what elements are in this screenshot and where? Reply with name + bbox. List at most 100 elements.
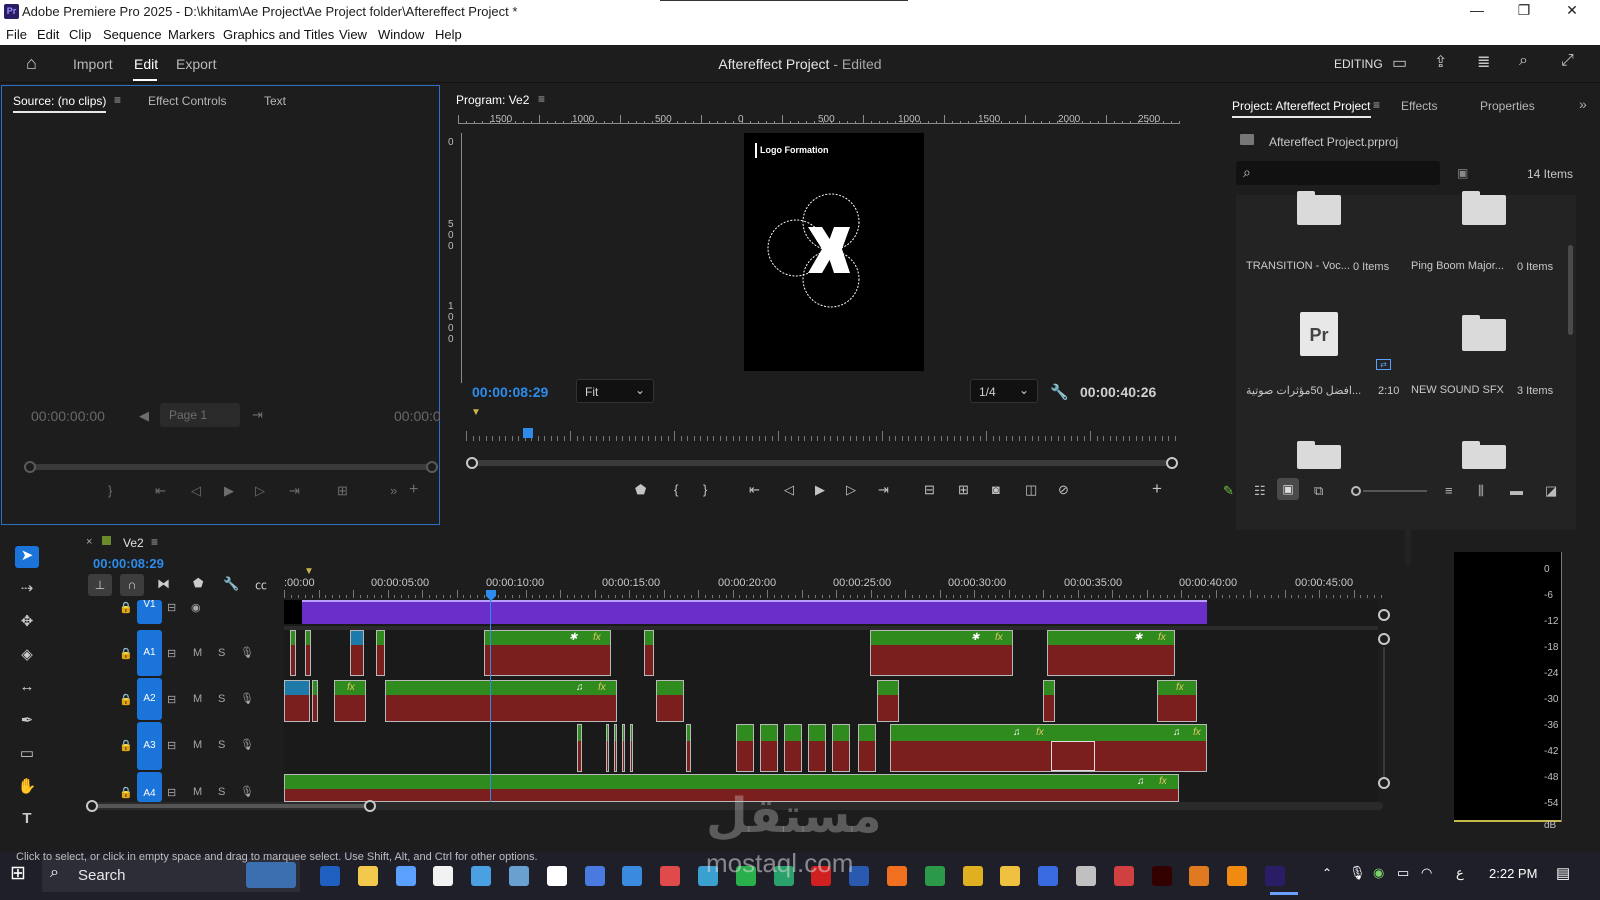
- go-to-in-icon[interactable]: ⇤: [155, 483, 166, 499]
- search-help-icon[interactable]: ⌕: [1519, 52, 1528, 70]
- audio-clip[interactable]: [606, 724, 609, 772]
- rectangle-tool-icon[interactable]: ▭: [15, 744, 39, 766]
- audio-clip[interactable]: ✱ fx: [484, 630, 611, 676]
- insert-icon[interactable]: ⊞: [337, 483, 348, 499]
- illustrator-icon[interactable]: [1151, 866, 1172, 886]
- more-controls-icon[interactable]: »: [390, 483, 397, 498]
- menu-file[interactable]: File: [6, 27, 27, 42]
- menu-markers[interactable]: Markers: [168, 27, 215, 42]
- zoom-handle-left[interactable]: [86, 800, 98, 812]
- audio-clip[interactable]: ♫ fx: [385, 680, 617, 722]
- track-target-a2[interactable]: A2: [137, 678, 162, 720]
- audio-clip[interactable]: [832, 724, 850, 772]
- audio-clip[interactable]: [1043, 680, 1055, 722]
- maximize-button[interactable]: ❐: [1504, 2, 1544, 22]
- lock-icon[interactable]: 🔒: [119, 601, 133, 614]
- panel-menu-icon[interactable]: ≡: [114, 93, 121, 107]
- track-target-a3[interactable]: A3: [137, 722, 162, 770]
- audio-clip[interactable]: fx: [1157, 680, 1197, 722]
- quick-export-icon[interactable]: ≣: [1477, 52, 1490, 72]
- prev-page-icon[interactable]: ◀: [139, 408, 149, 424]
- video-clip[interactable]: [302, 600, 1207, 624]
- timeline-settings-icon[interactable]: 🔧: [223, 576, 239, 592]
- project-menu-icon[interactable]: ≡: [1373, 98, 1380, 112]
- wifi-icon[interactable]: ◠: [1421, 865, 1432, 881]
- scroll-handle-left[interactable]: [24, 461, 36, 473]
- ripple-edit-tool-icon[interactable]: ✥: [15, 612, 39, 634]
- audio-clip[interactable]: [877, 680, 899, 722]
- timeline-timecode[interactable]: 00:00:08:29: [93, 556, 164, 571]
- track-target-a1[interactable]: A1: [137, 630, 162, 676]
- folder-icon[interactable]: [1297, 441, 1341, 469]
- camera-icon[interactable]: ◙: [992, 482, 1000, 497]
- automate-sequence-icon[interactable]: ⫼: [1478, 483, 1484, 499]
- program-scrollbar[interactable]: [472, 460, 1178, 466]
- zoom-handle-right[interactable]: [364, 800, 376, 812]
- fullscreen-icon[interactable]: ⤢: [1561, 52, 1574, 70]
- captions-icon[interactable]: ㏄: [255, 576, 267, 593]
- menu-edit[interactable]: Edit: [37, 27, 59, 42]
- fit-dropdown[interactable]: Fit ⌄: [576, 379, 654, 403]
- step-forward-icon[interactable]: ▷: [255, 483, 265, 499]
- windows-start-icon[interactable]: ⊞: [10, 864, 30, 884]
- expand-panels-icon[interactable]: »: [1579, 96, 1587, 112]
- audio-clip[interactable]: ♫ fx ♫ fx: [890, 724, 1207, 772]
- program-preview[interactable]: Logo Formation: [744, 133, 924, 371]
- audio-clip[interactable]: [736, 724, 754, 772]
- add-marker-icon[interactable]: ⬟: [635, 482, 646, 498]
- photos-app-icon[interactable]: [471, 866, 492, 886]
- minimize-button[interactable]: —: [1457, 2, 1497, 22]
- edge-beta-icon[interactable]: [773, 866, 794, 886]
- audio-clip[interactable]: [760, 724, 778, 772]
- folder-icon[interactable]: [1462, 315, 1506, 351]
- excel-icon[interactable]: [924, 866, 945, 886]
- go-to-in-icon[interactable]: ⇤: [749, 482, 760, 498]
- resolution-dropdown[interactable]: 1/4 ⌄: [970, 379, 1038, 403]
- add-button-icon[interactable]: +: [1152, 479, 1162, 499]
- tab-project[interactable]: Project: Aftereffect Project: [1232, 99, 1371, 118]
- vlc-icon[interactable]: [1227, 866, 1248, 886]
- sequence-tab[interactable]: Ve2: [123, 536, 144, 550]
- maps-app-icon[interactable]: [660, 866, 681, 886]
- close-sequence-icon[interactable]: ×: [86, 536, 92, 548]
- step-forward-icon[interactable]: ▷: [846, 482, 856, 498]
- scroll-handle-right[interactable]: [1166, 457, 1178, 469]
- audio-clip[interactable]: [290, 630, 296, 676]
- selection-tool-icon[interactable]: ➤: [15, 546, 39, 568]
- workspace-label[interactable]: EDITING: [1334, 57, 1383, 71]
- mail-app-icon[interactable]: [320, 866, 340, 886]
- folder-icon[interactable]: [1297, 191, 1341, 225]
- folder-icon[interactable]: [1462, 441, 1506, 469]
- solo-button[interactable]: S: [218, 647, 225, 659]
- mute-button[interactable]: M: [193, 693, 202, 705]
- type-tool-icon[interactable]: T: [15, 810, 39, 832]
- mark-out-icon[interactable]: }: [703, 482, 707, 497]
- word-icon[interactable]: [849, 866, 870, 886]
- file-explorer-icon[interactable]: [1000, 866, 1021, 886]
- v1-scroll-handle[interactable]: [1378, 609, 1390, 621]
- input-language-indicator[interactable]: ع: [1456, 865, 1464, 881]
- track-area[interactable]: ✱ fx ✱ fx ✱ fx fx ♫ fx fx ♫ fx ♫ fx ♫ fx: [284, 600, 1378, 802]
- audio-clip[interactable]: ✱ fx: [1047, 630, 1175, 676]
- acrobat-icon[interactable]: [811, 866, 832, 886]
- mark-in-icon[interactable]: {: [674, 482, 678, 497]
- bin-item-name[interactable]: Ping Boom Major...: [1411, 260, 1504, 272]
- solo-button[interactable]: S: [218, 693, 225, 705]
- whatsapp-icon[interactable]: [735, 866, 756, 886]
- freeform-view-icon[interactable]: ⧉: [1314, 483, 1323, 499]
- audio-clip[interactable]: [376, 630, 385, 676]
- audio-clip[interactable]: [656, 680, 684, 722]
- eye-icon[interactable]: ◉: [191, 601, 201, 614]
- razor-tool-icon[interactable]: ◈: [15, 645, 39, 667]
- taskbar-search-box[interactable]: ⌕ Search: [42, 858, 300, 892]
- comparison-view-icon[interactable]: ◫: [1025, 482, 1037, 498]
- sort-icon[interactable]: ≡: [1445, 483, 1453, 498]
- audio-clip[interactable]: fx: [334, 680, 366, 722]
- calendar-icon[interactable]: [622, 866, 643, 886]
- bin-item-name[interactable]: افضل 50مؤثرات صوتية...: [1246, 384, 1361, 397]
- threads-icon[interactable]: [546, 866, 567, 886]
- microphone-icon[interactable]: 🎙: [240, 738, 254, 751]
- panel-layout-icon[interactable]: ▭: [1392, 53, 1407, 73]
- calculator-icon[interactable]: [584, 866, 605, 886]
- audio-clip[interactable]: [686, 724, 691, 772]
